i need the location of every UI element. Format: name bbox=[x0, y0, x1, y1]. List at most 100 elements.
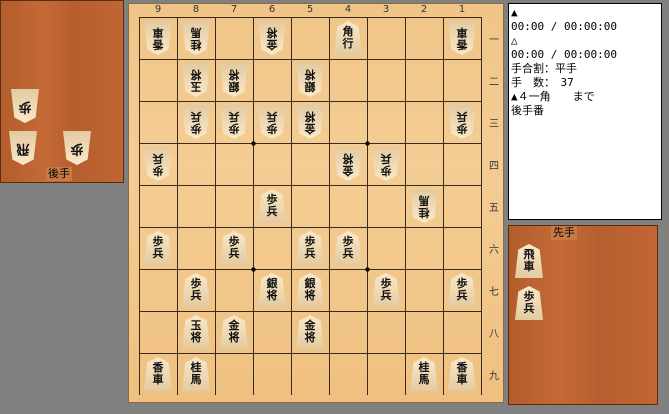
board-piece-gote[interactable]: 歩兵 bbox=[144, 147, 172, 181]
piece-label: 歩兵 bbox=[266, 193, 278, 218]
piece-label: 金将 bbox=[228, 319, 240, 344]
board-piece-sente[interactable]: 玉将 bbox=[182, 315, 210, 349]
piece-label: 桂馬 bbox=[190, 26, 202, 51]
board-piece-sente[interactable]: 歩兵 bbox=[182, 273, 210, 307]
piece-label: 歩兵 bbox=[456, 277, 468, 302]
board-piece-gote[interactable]: 歩兵 bbox=[182, 105, 210, 139]
board-piece-sente[interactable]: 歩兵 bbox=[372, 273, 400, 307]
board-piece-gote[interactable]: 香車 bbox=[144, 21, 172, 55]
sente-hand-piece[interactable]: 歩兵 bbox=[515, 286, 543, 320]
board-piece-sente[interactable]: 香車 bbox=[144, 357, 172, 391]
piece-label: 金将 bbox=[304, 319, 316, 344]
board-piece-gote[interactable]: 金将 bbox=[258, 21, 286, 55]
file-label: 8 bbox=[192, 4, 200, 15]
piece-label: 銀将 bbox=[266, 277, 278, 302]
rank-label: 二 bbox=[489, 77, 499, 88]
file-label: 6 bbox=[268, 4, 276, 15]
piece-label: 香車 bbox=[152, 361, 164, 386]
piece-label: 歩兵 bbox=[190, 110, 202, 135]
sente-mark: ▲ bbox=[511, 6, 518, 19]
board-piece-gote[interactable]: 銀将 bbox=[220, 63, 248, 97]
piece-label: 飛車 bbox=[523, 248, 535, 273]
piece-label: 歩兵 bbox=[190, 277, 202, 302]
piece-label: 歩兵 bbox=[456, 110, 468, 135]
piece-label: 歩兵 bbox=[523, 290, 535, 315]
board-piece-gote[interactable]: 桂馬 bbox=[410, 189, 438, 223]
piece-label: 飛 bbox=[16, 141, 30, 156]
piece-label: 桂馬 bbox=[418, 361, 430, 386]
board-piece-sente[interactable]: 銀将 bbox=[258, 273, 286, 307]
board-piece-gote[interactable]: 香車 bbox=[448, 21, 476, 55]
rank-label: 七 bbox=[489, 287, 499, 298]
piece-label: 歩兵 bbox=[152, 152, 164, 177]
piece-label: 歩兵 bbox=[152, 235, 164, 260]
star-point bbox=[365, 141, 370, 146]
board-piece-sente[interactable]: 桂馬 bbox=[182, 357, 210, 391]
rank-label: 九 bbox=[489, 371, 499, 382]
board-piece-sente[interactable]: 桂馬 bbox=[410, 357, 438, 391]
gote-hand-piece[interactable]: 歩 bbox=[63, 131, 91, 165]
last-move-line: ▲４一角 まで bbox=[511, 90, 595, 103]
board-piece-gote[interactable]: 銀将 bbox=[296, 63, 324, 97]
piece-label: 香車 bbox=[456, 26, 468, 51]
board-piece-gote[interactable]: 金将 bbox=[334, 147, 362, 181]
piece-label: 歩兵 bbox=[228, 235, 240, 260]
board-piece-sente[interactable]: 歩兵 bbox=[448, 273, 476, 307]
piece-label: 香車 bbox=[152, 26, 164, 51]
rank-label: 五 bbox=[489, 203, 499, 214]
sente-clock: 00:00 / 00:00:00 bbox=[511, 20, 617, 33]
board-piece-sente[interactable]: 銀将 bbox=[296, 273, 324, 307]
board-piece-gote[interactable]: 桂馬 bbox=[182, 21, 210, 55]
piece-label: 歩兵 bbox=[380, 277, 392, 302]
game-info-panel: ▲ 00:00 / 00:00:00 △ 00:00 / 00:00:00 手合… bbox=[508, 3, 662, 220]
piece-label: 銀将 bbox=[304, 277, 316, 302]
board-piece-sente[interactable]: 歩兵 bbox=[334, 231, 362, 265]
board-piece-sente[interactable]: 金将 bbox=[296, 315, 324, 349]
gote-mark: △ bbox=[511, 34, 518, 47]
rank-label: 六 bbox=[489, 245, 499, 256]
board-piece-gote[interactable]: 歩兵 bbox=[258, 105, 286, 139]
piece-label: 金将 bbox=[342, 152, 354, 177]
sente-hand-piece[interactable]: 飛車 bbox=[515, 244, 543, 278]
piece-label: 玉将 bbox=[190, 68, 202, 93]
piece-label: 銀将 bbox=[304, 68, 316, 93]
board-piece-sente[interactable]: 金将 bbox=[220, 315, 248, 349]
star-point bbox=[251, 267, 256, 272]
turn-line: 後手番 bbox=[511, 104, 544, 117]
file-label: 3 bbox=[382, 4, 390, 15]
gote-hand-piece[interactable]: 歩 bbox=[11, 89, 39, 123]
star-point bbox=[365, 267, 370, 272]
piece-label: 角行 bbox=[342, 25, 354, 50]
shogi-board[interactable]: 987654321 一二三四五六七八九 香車 桂馬 金将 角行 香車 玉将 銀将 銀将 歩兵 歩兵… bbox=[128, 3, 504, 403]
board-piece-gote[interactable]: 歩兵 bbox=[372, 147, 400, 181]
sente-piece-stand: 先手 飛車 歩兵 bbox=[508, 225, 658, 405]
gote-hand-piece[interactable]: 飛 bbox=[9, 131, 37, 165]
board-piece-sente[interactable]: 歩兵 bbox=[258, 189, 286, 223]
piece-label: 桂馬 bbox=[418, 194, 430, 219]
board-piece-sente[interactable]: 角行 bbox=[334, 21, 362, 55]
piece-label: 桂馬 bbox=[190, 361, 202, 386]
piece-label: 歩兵 bbox=[342, 235, 354, 260]
piece-label: 香車 bbox=[456, 361, 468, 386]
move-count-line: 手 数： 37 bbox=[511, 76, 574, 89]
piece-label: 歩兵 bbox=[266, 110, 278, 135]
board-piece-sente[interactable]: 歩兵 bbox=[144, 231, 172, 265]
board-piece-gote[interactable]: 歩兵 bbox=[220, 105, 248, 139]
file-label: 9 bbox=[154, 4, 162, 15]
handicap-line: 手合割：平手 bbox=[511, 62, 577, 75]
board-piece-sente[interactable]: 歩兵 bbox=[296, 231, 324, 265]
piece-label: 歩兵 bbox=[304, 235, 316, 260]
file-label: 2 bbox=[420, 4, 428, 15]
rank-label: 三 bbox=[489, 119, 499, 130]
board-piece-sente[interactable]: 歩兵 bbox=[220, 231, 248, 265]
board-piece-sente[interactable]: 香車 bbox=[448, 357, 476, 391]
board-piece-gote[interactable]: 金将 bbox=[296, 105, 324, 139]
piece-label: 金将 bbox=[266, 26, 278, 51]
rank-label: 八 bbox=[489, 329, 499, 340]
board-piece-gote[interactable]: 歩兵 bbox=[448, 105, 476, 139]
gote-label: 後手 bbox=[46, 167, 72, 181]
rank-label: 一 bbox=[489, 35, 499, 46]
board-piece-gote[interactable]: 玉将 bbox=[182, 63, 210, 97]
star-point bbox=[251, 141, 256, 146]
rank-label: 四 bbox=[489, 161, 499, 172]
